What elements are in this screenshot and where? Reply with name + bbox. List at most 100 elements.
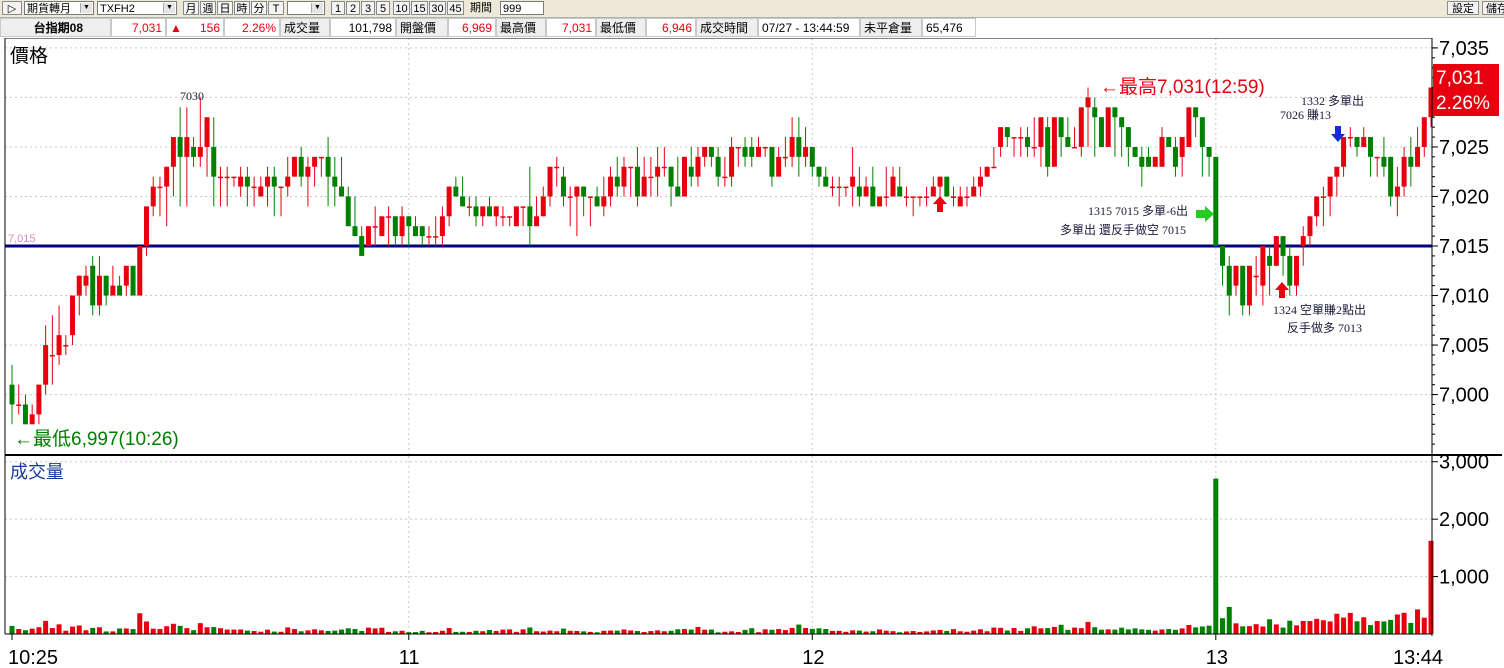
candle-body [977,176,983,187]
open-interest-label: 未平倉量 [860,18,922,37]
minute-button-1[interactable]: 2 [346,1,360,15]
period-button-0[interactable]: 月 [183,1,199,15]
toolbar: ▷ 期貨轉月 ▼ TXFH2 ▼ 月週日時分T ▼ 1 2 3 5 10 15 30 45 期… [0,0,1504,18]
note-a1: 1315 7015 多單-6出 [1088,204,1188,218]
settings-button[interactable]: 設定 [1447,1,1479,15]
period-button-5[interactable]: T [268,1,284,15]
volume-bar [877,629,883,634]
candle-body [964,196,970,198]
period-button-4[interactable]: 分 [251,1,267,15]
candle-body [789,137,795,157]
candle-body [661,166,667,169]
candle-body [90,265,96,306]
volume-bar [332,630,338,634]
period-button-3[interactable]: 時 [234,1,250,15]
candle-body [816,166,822,177]
volume-bar [1226,606,1232,634]
candle-body [1098,117,1104,147]
save-button[interactable]: 儲存 [1482,1,1504,15]
volume-bar [1112,629,1118,634]
candle-body [1166,137,1172,147]
candle-body [1354,137,1360,147]
minute-button-7[interactable]: 45 [447,1,464,15]
volume-panel-title: 成交量 [10,462,64,482]
period-label: 期間 [470,2,492,14]
chevron-down-icon: ▼ [163,3,175,13]
chart-style-combo[interactable]: ▼ [287,1,325,15]
period-button-2[interactable]: 日 [217,1,233,15]
candle-body [103,275,109,296]
candle-body [897,186,903,197]
contract-type-combo[interactable]: 期貨轉月 ▼ [24,1,94,15]
candle-body [1193,107,1199,118]
candle-body [413,226,419,237]
candle-body [305,166,311,177]
candle-body [439,216,445,237]
volume-bar [130,629,136,634]
candle-body [924,196,930,198]
candle-body [1172,146,1178,167]
candle-body [951,196,957,198]
price-panel-title: 價格 [10,45,48,67]
volume-bar [1199,626,1205,634]
candle-body [1220,246,1226,266]
candle-body [76,275,82,296]
candle-body [184,137,190,157]
volume-tick-label: 3,000 [1439,452,1489,474]
volume-bar [1401,612,1407,634]
candle-body [984,166,990,177]
minute-button-3[interactable]: 5 [376,1,390,15]
candle-body [1280,236,1286,256]
volume-bar [1098,629,1104,634]
candle-body [271,176,277,187]
volume-bar [527,627,533,634]
play-icon[interactable]: ▷ [2,1,22,15]
volume-bar [244,630,250,634]
price-tick-label: 7,010 [1439,286,1489,308]
symbol-combo[interactable]: TXFH2 ▼ [97,1,177,15]
candle-body [910,196,916,198]
candle-body [49,354,55,357]
volume-bar [197,623,203,634]
period-input[interactable]: 999 [500,1,544,15]
volume-bar [749,628,755,634]
volume-bar [1300,620,1306,634]
volume-bar [655,630,661,634]
price-tick-label: 7,000 [1439,385,1489,407]
candle-body [1293,255,1299,286]
minute-button-6[interactable]: 30 [429,1,446,15]
candle-body [1367,137,1373,157]
volume-bar [621,629,627,634]
candle-body [1199,117,1205,147]
candle-body [83,275,89,286]
note-c2: 反手做多 7013 [1287,320,1362,335]
change-pct: 2.26% [224,18,280,37]
candle-body [1085,97,1091,108]
volume-bar [1260,626,1266,634]
volume-bar [238,629,244,634]
contract-type-value: 期貨轉月 [27,3,71,15]
volume-bar [1421,617,1427,634]
minute-button-4[interactable]: 10 [393,1,410,15]
candle-body [1024,137,1030,147]
candle-body [863,186,869,197]
minute-button-5[interactable]: 15 [411,1,428,15]
candle-body [150,186,156,207]
candle-body [433,236,439,238]
volume-bar [1347,612,1353,634]
candle-body [1314,196,1320,217]
volume-bar [1179,628,1185,634]
candle-body [1381,156,1387,167]
period-button-1[interactable]: 週 [200,1,216,15]
minute-button-0[interactable]: 1 [331,1,345,15]
minute-button-2[interactable]: 3 [361,1,375,15]
high-label: 最高價 [496,18,546,37]
low-value: 6,946 [646,18,696,37]
candle-body [1374,156,1380,159]
volume-bar [937,629,943,634]
last-price: 7,031 [111,18,166,37]
volume-bar [1314,618,1320,634]
candle-body [1045,127,1051,167]
candle-body [480,206,486,217]
up-triangle-icon: ▲ [170,21,182,35]
